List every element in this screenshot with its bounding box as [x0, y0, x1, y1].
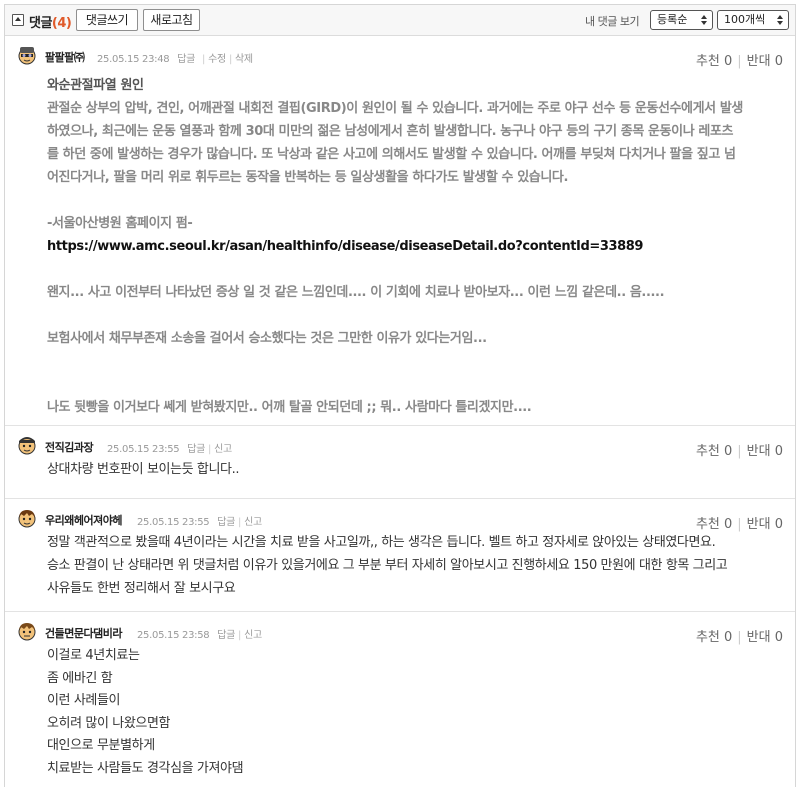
recommend-button[interactable]: 추천 0	[696, 517, 732, 532]
comment-date: 25.05.15 23:55	[137, 517, 210, 528]
comment-title: 댓글(4)	[29, 12, 72, 31]
comment-line: 하였으나, 최근에는 운동 열풍과 함께 30대 미만의 젊은 남성에게서 흔히…	[47, 124, 734, 139]
comment-item: 건들면문다댐비라 25.05.15 23:58 답글 | 신고 추천 0 | 반대 0 …	[5, 612, 795, 787]
comment-line: 정말 객관적으로 봤을때 4년이라는 시간을 치료 받을 사고일까,, 하는 생…	[47, 535, 716, 550]
collapse-toggle-icon[interactable]	[12, 14, 24, 26]
recommend-button[interactable]: 추천 0	[696, 54, 732, 69]
reply-link[interactable]: 답글	[217, 630, 235, 641]
oppose-button[interactable]: 반대 0	[747, 517, 783, 532]
comment-line: 이런 사례들이	[47, 693, 121, 708]
refresh-button[interactable]: 새로고침	[143, 9, 200, 31]
comment-line	[47, 304, 743, 327]
comment-line: 승소 판결이 난 상태라면 위 댓글처럼 이유가 있을거에요 그 부분 부터 자…	[47, 558, 728, 573]
vote-area: 추천 0 | 반대 0	[695, 630, 783, 645]
comment-item: 전직김과장 25.05.15 23:55 답글 | 신고 추천 0 | 반대 0 상대차…	[5, 426, 795, 499]
comment-line: 좀 에바긴 함	[47, 670, 113, 686]
comment-line: 상대차량 번호판이 보이는듯 합니다..	[47, 462, 240, 477]
recommend-button[interactable]: 추천 0	[696, 444, 732, 459]
comment-line	[47, 350, 743, 373]
comment-nickname[interactable]: 전직김과장	[45, 439, 94, 455]
avatar	[18, 623, 36, 641]
edit-link[interactable]: 수정	[208, 54, 226, 65]
comment-section: 댓글(4) 댓글쓰기 새로고침 내 댓글 보기 등록순 100개씩 팔팔팔㈜ 2…	[4, 4, 796, 787]
avatar	[18, 510, 36, 528]
comment-meta: 25.05.15 23:55 답글 | 신고	[107, 444, 232, 455]
comment-body: 정말 객관적으로 봤을때 4년이라는 시간을 치료 받을 사고일까,, 하는 생…	[47, 531, 728, 600]
comment-line: 사유들도 한번 정리해서 잘 보시구요	[47, 581, 236, 596]
comment-line: -서울아산병원 홈페이지 펌-	[47, 216, 193, 231]
updown-arrow-icon	[776, 13, 784, 27]
comment-nickname[interactable]: 건들면문다댐비라	[45, 625, 122, 641]
comment-body: 와순관절파열 원인 관절순 상부의 압박, 견인, 어깨관절 내회전 결핍(GI…	[47, 74, 743, 419]
comment-body: 상대차량 번호판이 보이는듯 합니다..	[47, 458, 239, 481]
comment-nickname[interactable]: 팔팔팔㈜	[45, 49, 85, 65]
reply-link[interactable]: 답글	[217, 517, 235, 528]
vote-area: 추천 0 | 반대 0	[695, 54, 783, 69]
my-comments-link[interactable]: 내 댓글 보기	[585, 13, 640, 29]
recommend-button[interactable]: 추천 0	[696, 630, 732, 645]
per-page-select-value: 100개씩	[724, 13, 766, 26]
comment-title-label: 댓글	[29, 16, 52, 31]
comment-date: 25.05.15 23:55	[107, 444, 180, 455]
comment-meta: 25.05.15 23:55 답글 | 신고	[137, 517, 262, 528]
comment-date: 25.05.15 23:58	[137, 630, 210, 641]
comment-item: 우리왜헤어져야헤 25.05.15 23:55 답글 | 신고 추천 0 | 반대 0 …	[5, 499, 795, 612]
oppose-button[interactable]: 반대 0	[747, 630, 783, 645]
comment-line: 를 하던 중에 발생하는 경우가 많습니다. 또 낙상과 같은 사고에 의해서도…	[47, 147, 736, 162]
comment-line	[47, 373, 743, 396]
report-link[interactable]: 신고	[214, 444, 232, 455]
per-page-select[interactable]: 100개씩	[717, 10, 789, 30]
comment-toolbar: 댓글(4) 댓글쓰기 새로고침 내 댓글 보기 등록순 100개씩	[5, 5, 795, 36]
vote-area: 추천 0 | 반대 0	[695, 517, 783, 532]
oppose-button[interactable]: 반대 0	[747, 54, 783, 69]
order-select-value: 등록순	[657, 13, 688, 26]
reply-link[interactable]: 답글	[177, 54, 195, 65]
updown-arrow-icon	[700, 13, 708, 27]
comment-line	[47, 258, 743, 281]
comment-line: 나도 뒷빵을 이거보다 쎄게 받혀봤지만.. 어깨 탈골 안되던데 ;; 뭐..…	[47, 400, 532, 415]
comment-item: 팔팔팔㈜ 25.05.15 23:48 답글 | 수정 | 삭제 추천 0 | 반대 0 와…	[5, 36, 795, 426]
comment-line: 치료받는 사람들도 경각심을 가져야댐	[47, 760, 244, 776]
comment-meta: 25.05.15 23:58 답글 | 신고	[137, 630, 262, 641]
vote-area: 추천 0 | 반대 0	[695, 444, 783, 459]
comment-meta: 25.05.15 23:48 답글 | 수정 | 삭제	[97, 54, 253, 65]
comment-line: 관절순 상부의 압박, 견인, 어깨관절 내회전 결핍(GIRD)이 원인이 될…	[47, 101, 743, 116]
avatar	[18, 47, 36, 65]
comment-line: 보험사에서 채무부존재 소송을 걸어서 승소했다는 것은 그만한 이유가 있다는…	[47, 331, 487, 346]
comment-nickname[interactable]: 우리왜헤어져야헤	[45, 512, 122, 528]
reply-link[interactable]: 답글	[187, 444, 205, 455]
source-link[interactable]: https://www.amc.seoul.kr/asan/healthinfo…	[47, 235, 743, 258]
avatar	[18, 437, 36, 455]
comment-count: (4)	[51, 16, 72, 31]
order-select[interactable]: 등록순	[650, 10, 713, 30]
comment-line: 어진다거나, 팔을 머리 위로 휘두르는 동작을 반복하는 등 일상생활을 하다…	[47, 170, 568, 185]
comment-body: 이걸로 4년치료는 좀 에바긴 함 이런 사례들이 오히려 많이 나왔으면함 대…	[47, 645, 244, 780]
comment-line: 오히려 많이 나왔으면함	[47, 715, 171, 731]
delete-link[interactable]: 삭제	[235, 54, 253, 65]
report-link[interactable]: 신고	[244, 517, 262, 528]
comment-line: 대인으로 무분별하게	[47, 738, 155, 753]
comment-date: 25.05.15 23:48	[97, 54, 170, 65]
comment-line: 와순관절파열 원인	[47, 78, 144, 93]
report-link[interactable]: 신고	[244, 630, 262, 641]
write-comment-button[interactable]: 댓글쓰기	[76, 9, 138, 31]
comment-line: 왠지... 사고 이전부터 나타났던 증상 일 것 같은 느낌인데.... 이 …	[47, 285, 665, 300]
comment-line	[47, 189, 743, 212]
comment-line: 이걸로 4년치료는	[47, 648, 140, 663]
oppose-button[interactable]: 반대 0	[747, 444, 783, 459]
